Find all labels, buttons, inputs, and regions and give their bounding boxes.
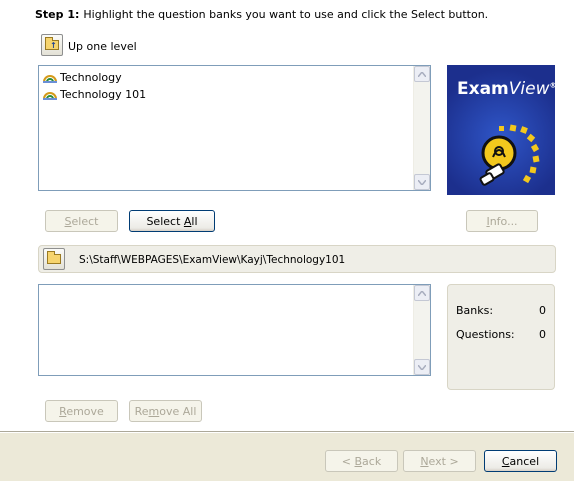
list-item[interactable]: Technology 101 [42,86,146,102]
question-bank-icon [43,92,57,100]
selection-stats: Banks: 0 Questions: 0 [447,284,555,390]
scroll-up-button[interactable] [414,66,430,82]
remove-all-button[interactable]: Remove All [129,400,202,422]
remove-button[interactable]: Remove [45,400,118,422]
banks-label: Banks: [456,304,494,317]
remove-label: Remove [59,404,104,418]
step-label: Step 1: [35,8,80,21]
logo-brand-italic: View [508,79,550,99]
select-all-label: Select All [146,214,198,228]
selected-folder-bar: S:\Staff\WEBPAGES\ExamView\Kayj\Technolo… [38,245,556,273]
logo-registered-mark: ® [549,81,557,90]
chevron-down-icon [418,179,426,185]
logo-title: ExamView® [457,79,556,99]
scroll-up-button[interactable] [414,285,430,301]
bank-list[interactable]: Technology Technology 101 [38,65,431,191]
bank-list-scrollbar[interactable] [413,66,430,190]
cancel-button[interactable]: Cancel [484,450,557,472]
select-all-button[interactable]: Select All [129,210,215,232]
open-folder-icon [47,251,61,264]
back-label: < Back [341,454,382,468]
step-instruction: Step 1: Highlight the question banks you … [35,8,488,21]
back-button[interactable]: < Back [325,450,398,472]
lightbulb-icon [479,124,540,186]
questions-count: 0 [539,328,546,341]
folder-up-icon: ↑ [45,37,59,50]
chevron-up-icon [418,71,426,77]
selected-list-scrollbar[interactable] [413,285,430,375]
browse-folder-button[interactable] [43,248,65,270]
banks-count: 0 [539,304,546,317]
info-label: Info... [486,214,518,228]
chevron-up-icon [418,290,426,296]
footer-divider-highlight [0,432,574,433]
bank-name: Technology 101 [60,87,147,101]
info-button[interactable]: Info... [466,210,538,232]
question-bank-icon [43,75,57,83]
bank-name: Technology [60,70,122,84]
chevron-down-icon [418,364,426,370]
questions-stat: Questions: 0 [456,328,546,341]
logo-brand-bold: Exam [457,79,509,99]
examview-logo: ExamView® [447,65,556,195]
select-button[interactable]: Select [45,210,118,232]
selected-banks-list[interactable] [38,284,431,376]
remove-all-label: Remove All [134,404,197,418]
scroll-down-button[interactable] [414,174,430,190]
cancel-label: Cancel [501,454,540,468]
step-text: Highlight the question banks you want to… [83,8,489,21]
questions-label: Questions: [456,328,515,341]
up-one-level-button[interactable]: ↑ [41,34,63,56]
next-label: Next > [420,454,459,468]
list-item[interactable]: Technology [42,69,122,85]
wizard-content: Step 1: Highlight the question banks you … [0,0,574,431]
next-button[interactable]: Next > [403,450,476,472]
scroll-down-button[interactable] [414,359,430,375]
banks-stat: Banks: 0 [456,304,546,317]
folder-path: S:\Staff\WEBPAGES\ExamView\Kayj\Technolo… [79,254,346,266]
up-one-level-label: Up one level [68,40,137,53]
select-label: Select [64,214,99,228]
